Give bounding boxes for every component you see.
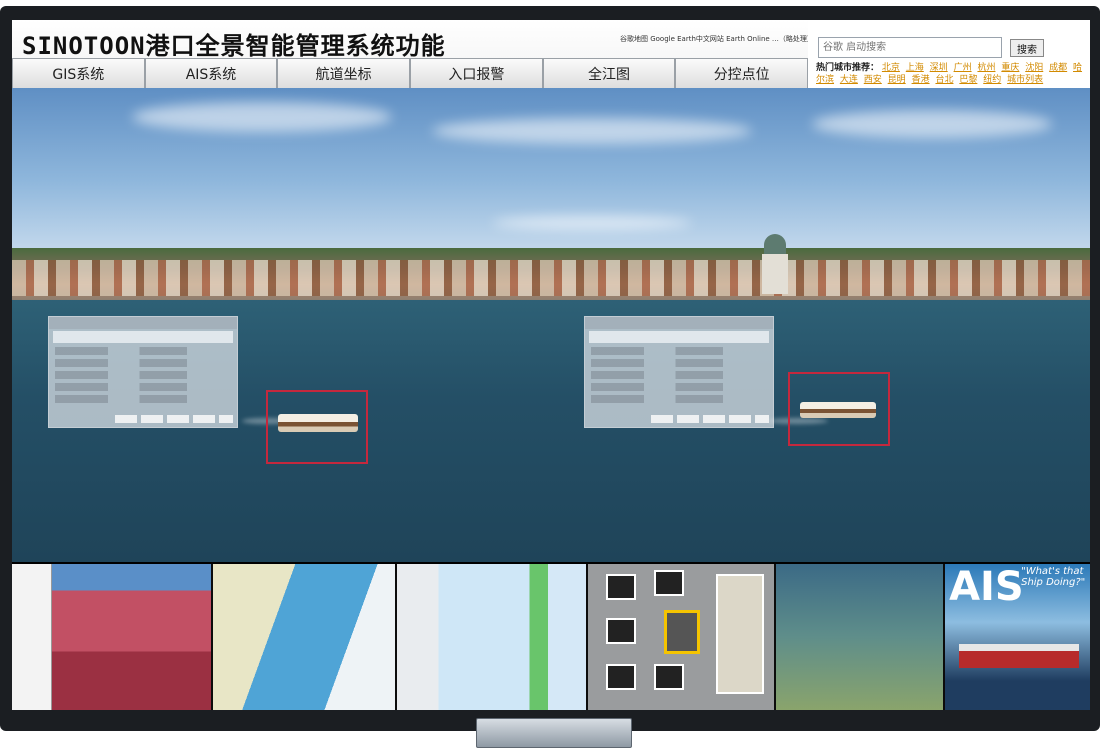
panel-buttons[interactable] xyxy=(651,415,769,423)
city-link[interactable]: 成都 xyxy=(1049,63,1067,73)
church-dome xyxy=(764,234,786,256)
city-link[interactable]: 巴黎 xyxy=(959,75,977,85)
city-link[interactable]: 深圳 xyxy=(930,63,948,73)
nav-item-gis[interactable]: GIS系统 xyxy=(12,58,145,88)
ferry-boat-left xyxy=(278,414,358,432)
city-link[interactable]: 台北 xyxy=(935,75,953,85)
main-nav: GIS系统 AIS系统 航道坐标 入口报警 全江图 分控点位 xyxy=(12,58,809,88)
cloud xyxy=(492,216,692,230)
city-link[interactable]: 广州 xyxy=(954,63,972,73)
thumb-satellite-map[interactable] xyxy=(776,564,944,710)
cloud xyxy=(432,118,752,144)
cloud xyxy=(132,102,392,132)
nav-item-full-river-map[interactable]: 全江图 xyxy=(542,58,676,88)
city-link[interactable]: 纽约 xyxy=(983,75,1001,85)
thumb-channel-map[interactable] xyxy=(397,564,586,710)
city-link[interactable]: 西安 xyxy=(864,75,882,85)
city-link[interactable]: 沈阳 xyxy=(1025,63,1043,73)
thumb-gis-terrain[interactable] xyxy=(12,564,211,710)
city-link[interactable]: 杭州 xyxy=(977,63,995,73)
thumb-data-flow[interactable] xyxy=(587,564,775,710)
church-tower xyxy=(762,254,788,294)
screen: SINOTOON港口全景智能管理系统功能 谷歌地图 Google Earth中文… xyxy=(12,20,1090,710)
feature-thumbnails: AIS "What's that Ship Doing?" xyxy=(12,564,1090,710)
city-link[interactable]: 北京 xyxy=(882,63,900,73)
nav-item-entrance-alarm[interactable]: 入口报警 xyxy=(410,58,543,88)
ship-info-panel-left[interactable] xyxy=(48,316,238,428)
hot-cities: 热门城市推荐： 北京 上海 深圳 广州 杭州 重庆 沈阳 成都 哈尔滨 大连 西… xyxy=(816,62,1086,86)
monitor-frame: SINOTOON港口全景智能管理系统功能 谷歌地图 Google Earth中文… xyxy=(0,6,1100,731)
ferry-boat-right xyxy=(800,402,876,418)
thumb-harbor-diagram[interactable] xyxy=(212,564,396,710)
ship-info-panel-right[interactable] xyxy=(584,316,774,428)
nav-item-ais[interactable]: AIS系统 xyxy=(144,58,278,88)
city-link[interactable]: 上海 xyxy=(906,63,924,73)
city-link[interactable]: 城市列表 xyxy=(1007,75,1043,85)
ais-caption: "What's that Ship Doing?" xyxy=(1021,566,1086,588)
nav-item-control-points[interactable]: 分控点位 xyxy=(675,58,809,88)
nav-item-channel-coordinates[interactable]: 航道坐标 xyxy=(277,58,411,88)
city-link[interactable]: 香港 xyxy=(912,75,930,85)
city-link[interactable]: 昆明 xyxy=(888,75,906,85)
city-link[interactable]: 大连 xyxy=(840,75,858,85)
cargo-ship xyxy=(959,644,1080,668)
monitor-stand xyxy=(476,718,632,748)
app-title: SINOTOON港口全景智能管理系统功能 xyxy=(22,32,446,60)
search-area: 搜索 热门城市推荐： 北京 上海 深圳 广州 杭州 重庆 沈阳 成都 哈尔滨 大… xyxy=(808,20,1090,88)
shore-buildings xyxy=(12,260,1090,296)
thumb-ais-poster[interactable]: AIS "What's that Ship Doing?" xyxy=(945,564,1090,710)
panel-buttons[interactable] xyxy=(115,415,233,423)
search-input[interactable] xyxy=(818,37,1002,58)
top-links[interactable]: 谷歌地图 Google Earth中文网站 Earth Online …（略处理… xyxy=(620,34,814,44)
harbor-panorama[interactable] xyxy=(12,88,1090,562)
hot-cities-label: 热门城市推荐： xyxy=(816,63,880,73)
city-link[interactable]: 重庆 xyxy=(1001,63,1019,73)
cloud xyxy=(812,110,1052,138)
ais-title: AIS xyxy=(949,564,1024,610)
search-button[interactable]: 搜索 xyxy=(1010,39,1044,57)
app-header: SINOTOON港口全景智能管理系统功能 谷歌地图 Google Earth中文… xyxy=(12,20,1090,88)
